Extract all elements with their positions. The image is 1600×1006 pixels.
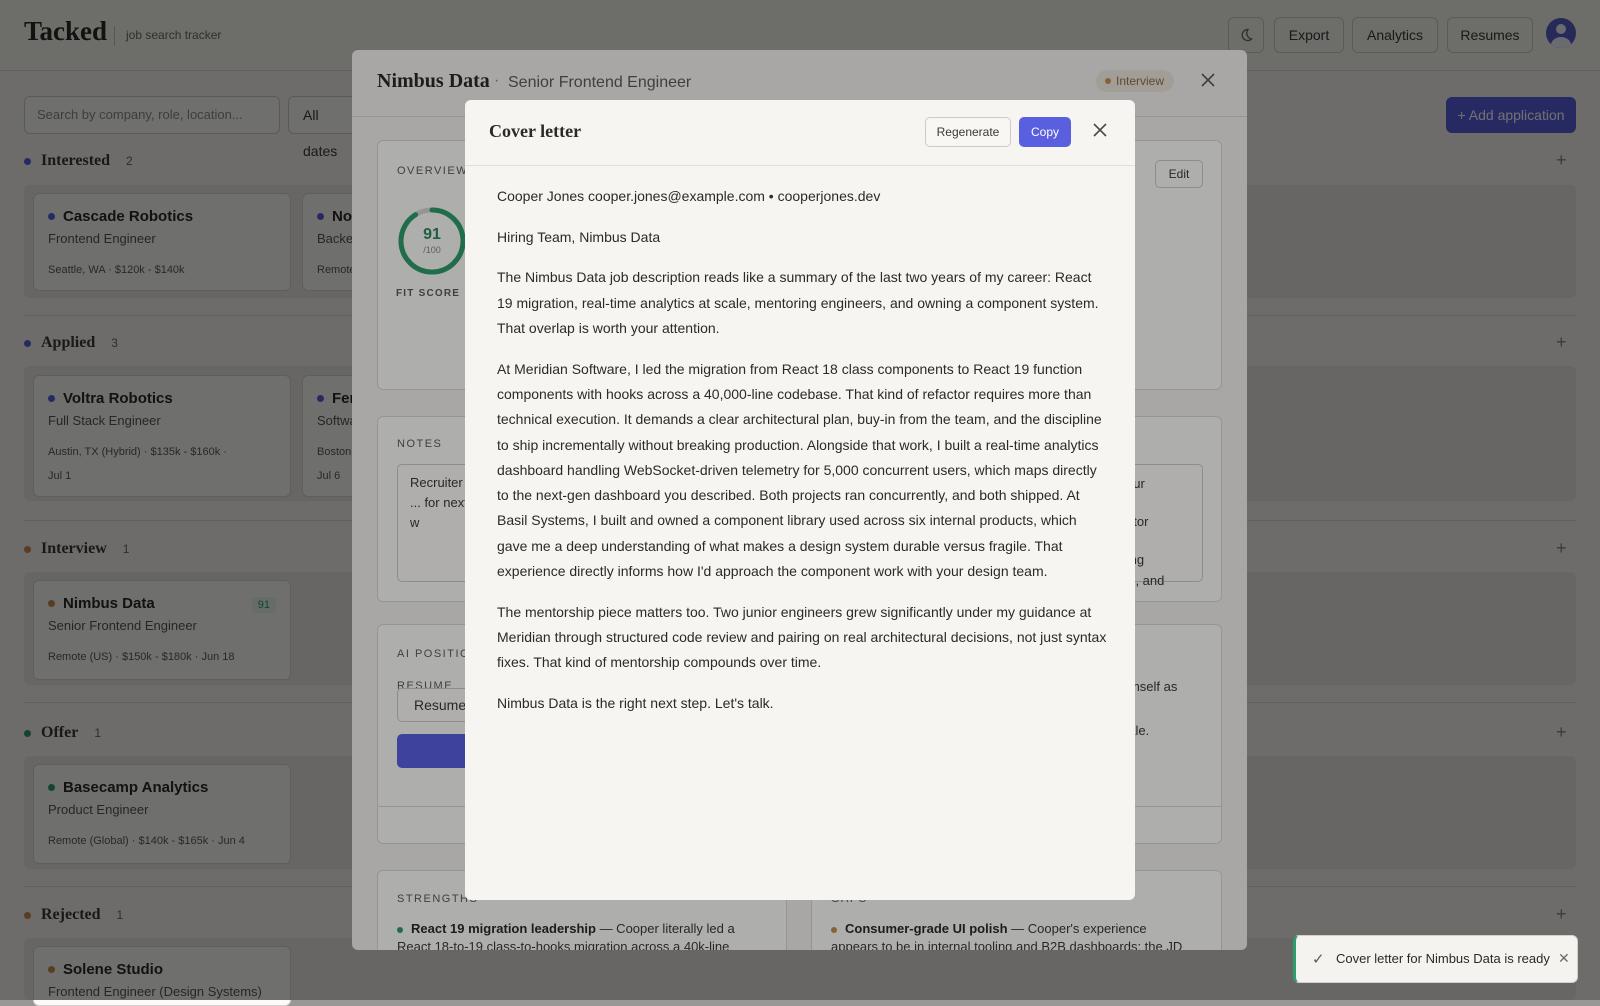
cover-letter-body: Cooper Jones cooper.jones@example.com • …	[497, 184, 1107, 732]
toast-message: Cover letter for Nimbus Data is ready	[1336, 951, 1550, 966]
letter-paragraph: Nimbus Data is the right next step. Let'…	[497, 695, 774, 711]
cover-letter-modal: Cover letter Regenerate Copy Cooper Jone…	[465, 100, 1135, 900]
close-icon	[1093, 123, 1107, 137]
cover-letter-title: Cover letter	[489, 121, 582, 141]
letter-paragraph: The Nimbus Data job description reads li…	[497, 269, 1099, 336]
cover-letter-header: Cover letter Regenerate Copy	[465, 100, 1135, 166]
letter-paragraph: At Meridian Software, I led the migratio…	[497, 360, 1102, 580]
toast-close-icon[interactable]: ✕	[1558, 950, 1570, 967]
letter-paragraph: The mentorship piece matters too. Two ju…	[497, 603, 1107, 671]
letter-paragraph: Cooper Jones cooper.jones@example.com • …	[497, 188, 881, 204]
cover-letter-close-button[interactable]	[1089, 119, 1111, 141]
toast-notification: ✓ Cover letter for Nimbus Data is ready …	[1293, 935, 1578, 983]
copy-button[interactable]: Copy	[1019, 117, 1071, 147]
check-icon: ✓	[1312, 951, 1325, 968]
letter-paragraph: Hiring Team, Nimbus Data	[497, 228, 661, 245]
regenerate-button[interactable]: Regenerate	[925, 117, 1011, 147]
